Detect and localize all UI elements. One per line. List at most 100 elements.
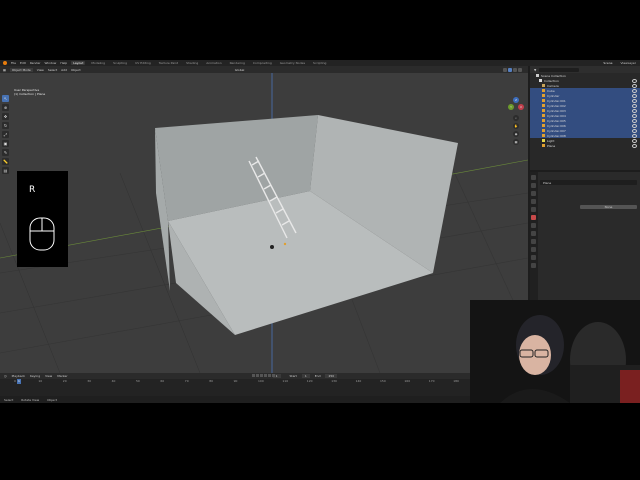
wireframe-shading-icon[interactable] xyxy=(503,67,507,72)
zoom-icon[interactable]: ⌕ xyxy=(513,115,519,121)
workspace-tab-modeling[interactable]: Modeling xyxy=(89,61,107,65)
object-tab-icon[interactable] xyxy=(531,215,536,220)
workspace-tab-sculpting[interactable]: Sculpting xyxy=(111,61,129,65)
keystroke-overlay: R xyxy=(17,171,68,267)
mesh-object-icon xyxy=(542,99,545,102)
timeline-editor-icon[interactable]: ◷ xyxy=(4,374,7,378)
timeline-tick-label: 40 xyxy=(111,379,116,383)
play-icon[interactable] xyxy=(264,374,267,377)
view-layer-selector[interactable]: ViewLayer xyxy=(621,61,640,65)
measure-tool-icon[interactable]: 📏 xyxy=(2,158,9,165)
visibility-eye-icon[interactable] xyxy=(632,118,637,123)
outliner-filter-icon[interactable]: ▼ xyxy=(534,68,536,72)
properties-body: Plane None xyxy=(540,178,637,209)
orientation-dropdown[interactable]: Global xyxy=(235,68,245,72)
workspace-tab-uv-editing[interactable]: UV Editing xyxy=(133,61,153,65)
visibility-eye-icon[interactable] xyxy=(632,98,637,103)
output-tab-icon[interactable] xyxy=(531,191,536,196)
physics-tab-icon[interactable] xyxy=(531,239,536,244)
start-frame-field[interactable]: 1 xyxy=(301,374,310,378)
timeline-tick-label: 80 xyxy=(209,379,214,383)
timeline-tick-label: 170 xyxy=(428,379,435,383)
solid-shading-icon[interactable] xyxy=(508,67,512,72)
visibility-eye-icon[interactable] xyxy=(632,143,637,148)
3d-cursor-icon[interactable] xyxy=(270,245,274,249)
menu-render[interactable]: Render xyxy=(30,61,41,65)
menu-select[interactable]: Select xyxy=(48,68,57,72)
visibility-eye-icon[interactable] xyxy=(632,108,637,113)
step-back-icon[interactable] xyxy=(256,374,259,377)
workspace-tab-layout[interactable]: Layout xyxy=(71,61,86,65)
object-mode-dropdown[interactable]: Object Mode xyxy=(9,67,33,72)
gizmo-x-icon[interactable]: X xyxy=(518,104,524,110)
visibility-eye-icon[interactable] xyxy=(632,78,637,83)
pan-hand-icon[interactable]: ✋ xyxy=(513,123,519,129)
visibility-eye-icon[interactable] xyxy=(632,123,637,128)
workspace-tab-animation[interactable]: Animation xyxy=(204,61,223,65)
particles-tab-icon[interactable] xyxy=(531,231,536,236)
annotate-tool-icon[interactable]: ✎ xyxy=(2,149,9,156)
scale-tool-icon[interactable]: ⤢ xyxy=(2,131,9,138)
cursor-tool-icon[interactable]: ⊕ xyxy=(2,104,9,111)
end-frame-field[interactable]: 250 xyxy=(325,374,338,378)
visibility-eye-icon[interactable] xyxy=(632,113,637,118)
3d-viewport[interactable]: ↖ ⊕ ✥ ↻ ⤢ ▣ ✎ 📏 ▤ User Perspective (1) C… xyxy=(0,73,528,381)
workspace-tab-shading[interactable]: Shading xyxy=(184,61,200,65)
tool-tab-icon[interactable] xyxy=(531,175,536,180)
transform-tool-icon[interactable]: ▣ xyxy=(2,140,9,147)
material-tab-icon[interactable] xyxy=(531,263,536,268)
jump-start-icon[interactable] xyxy=(252,374,255,377)
gizmo-y-icon[interactable]: Y xyxy=(508,104,514,110)
mesh-object-icon xyxy=(542,144,545,147)
scene-tab-icon[interactable] xyxy=(531,199,536,204)
world-tab-icon[interactable] xyxy=(531,207,536,212)
constraints-tab-icon[interactable] xyxy=(531,247,536,252)
gizmo-z-icon[interactable]: Z xyxy=(513,97,519,103)
object-name-field[interactable]: Plane xyxy=(540,180,637,185)
menu-view[interactable]: View xyxy=(37,68,44,72)
workspace-tab-geometry-nodes[interactable]: Geometry Nodes xyxy=(278,61,307,65)
menu-file[interactable]: File xyxy=(11,61,16,65)
rendered-shading-icon[interactable] xyxy=(518,67,522,72)
menu-add[interactable]: Add xyxy=(61,68,67,72)
editor-type-icon[interactable]: ▦ xyxy=(3,68,6,72)
material-shading-icon[interactable] xyxy=(513,67,517,72)
visibility-eye-icon[interactable] xyxy=(632,103,637,108)
play-reverse-icon[interactable] xyxy=(260,374,263,377)
blender-logo-icon[interactable] xyxy=(3,61,7,65)
menu-object[interactable]: Object xyxy=(71,68,81,72)
move-tool-icon[interactable]: ✥ xyxy=(2,113,9,120)
visibility-eye-icon[interactable] xyxy=(632,128,637,133)
visibility-eye-icon[interactable] xyxy=(632,133,637,138)
menu-window[interactable]: Window xyxy=(45,61,57,65)
visibility-eye-icon[interactable] xyxy=(632,83,637,88)
visibility-eye-icon[interactable] xyxy=(632,138,637,143)
menu-marker[interactable]: Marker xyxy=(57,374,67,378)
timeline-playhead[interactable]: 1 xyxy=(17,379,21,384)
property-value-field[interactable]: None xyxy=(580,205,637,209)
menu-playback[interactable]: Playback xyxy=(12,374,25,378)
menu-edit[interactable]: Edit xyxy=(20,61,26,65)
jump-end-icon[interactable] xyxy=(272,374,275,377)
workspace-tab-rendering[interactable]: Rendering xyxy=(228,61,247,65)
visibility-eye-icon[interactable] xyxy=(632,93,637,98)
add-cube-tool-icon[interactable]: ▤ xyxy=(2,167,9,174)
outliner-search-input[interactable] xyxy=(539,67,580,72)
workspace-tab-compositing[interactable]: Compositing xyxy=(251,61,274,65)
render-tab-icon[interactable] xyxy=(531,183,536,188)
menu-keying[interactable]: Keying xyxy=(30,374,40,378)
grid-toggle-icon[interactable]: ▦ xyxy=(513,139,519,145)
outliner-item-plane[interactable]: Plane xyxy=(530,143,640,148)
step-forward-icon[interactable] xyxy=(268,374,271,377)
workspace-tab-scripting[interactable]: Scripting xyxy=(311,61,328,65)
rotate-tool-icon[interactable]: ↻ xyxy=(2,122,9,129)
select-box-tool-icon[interactable]: ↖ xyxy=(2,95,9,102)
menu-view[interactable]: View xyxy=(45,374,52,378)
scene-selector[interactable]: Scene xyxy=(603,61,616,65)
workspace-tab-texture-paint[interactable]: Texture Paint xyxy=(157,61,180,65)
visibility-eye-icon[interactable] xyxy=(632,88,637,93)
modifier-tab-icon[interactable] xyxy=(531,223,536,228)
menu-help[interactable]: Help xyxy=(60,61,67,65)
data-tab-icon[interactable] xyxy=(531,255,536,260)
camera-view-icon[interactable]: ◉ xyxy=(513,131,519,137)
